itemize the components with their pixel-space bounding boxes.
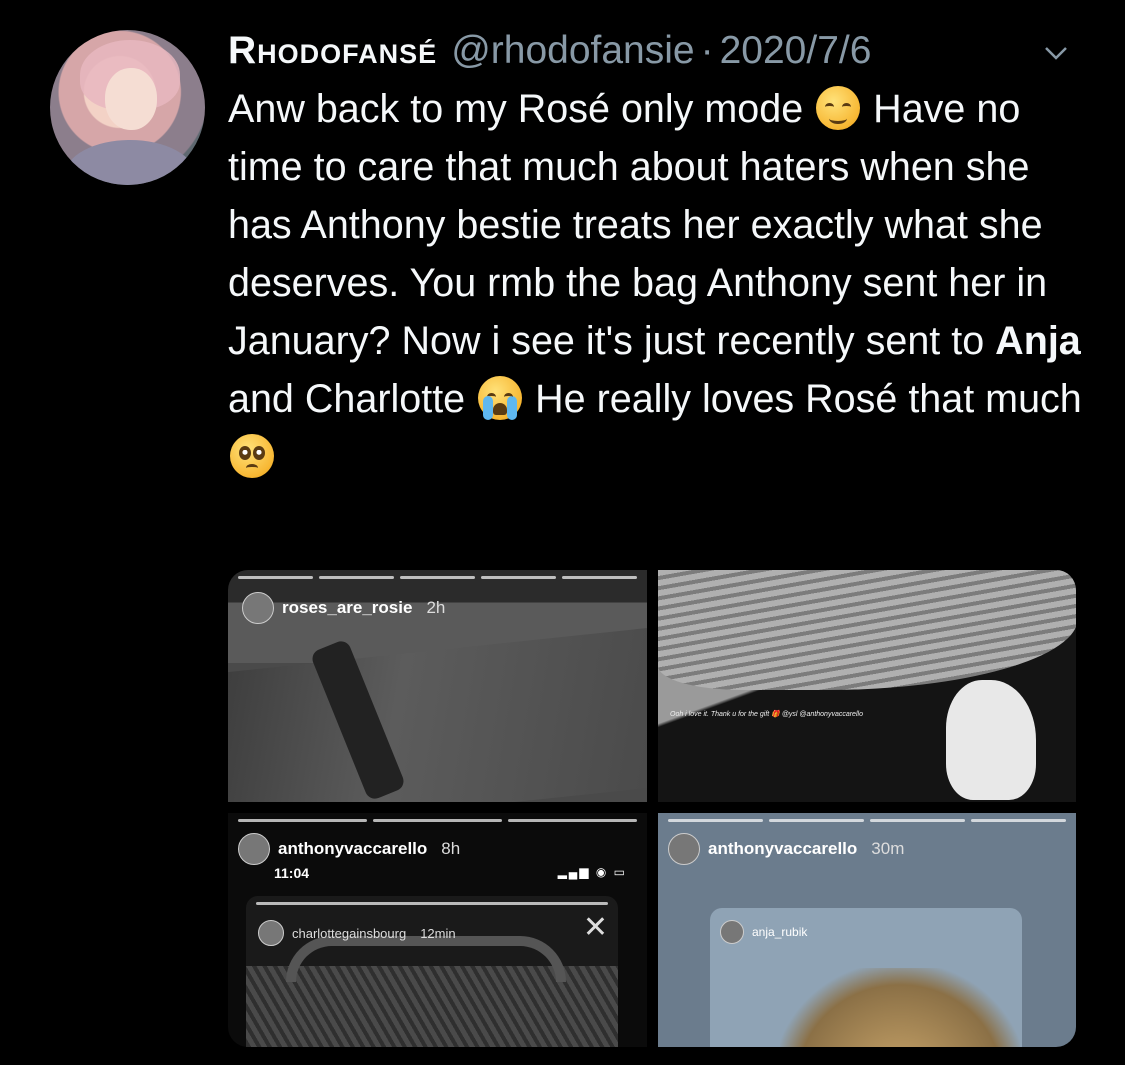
- loudly-crying-face-emoji-icon: [478, 376, 523, 420]
- story-avatar: [238, 833, 270, 865]
- user-handle[interactable]: @rhodofansie: [451, 29, 694, 73]
- separator-dot: ·: [700, 29, 714, 72]
- story-avatar: [242, 592, 274, 624]
- story-time: 12min: [420, 925, 456, 941]
- tweet-text-part: and Charlotte: [228, 377, 466, 421]
- media-image-4[interactable]: anthonyvaccarello 30m anja_rubik: [658, 813, 1076, 1047]
- story-progress-bar: [238, 819, 637, 822]
- tweet-header: Rhodofansé @rhodofansie · 2020/7/6: [228, 26, 1068, 76]
- tweet-text-part: He really loves Rosé that much: [524, 377, 1082, 421]
- media-image-3[interactable]: anthonyvaccarello 8h 11:04 ▂▄▆ ◉ ▭ charl…: [228, 813, 647, 1047]
- avatar-face: [105, 68, 157, 130]
- nested-story: anja_rubik: [710, 908, 1022, 1047]
- story-username: anthonyvaccarello: [708, 839, 858, 858]
- tweet-text-part: Anw back to my Rosé only mode: [228, 87, 804, 131]
- hand-photo: [946, 680, 1036, 800]
- pleading-face-emoji-icon: [230, 434, 274, 478]
- chevron-down-icon[interactable]: [1041, 38, 1071, 68]
- hair-photo: [780, 968, 1020, 1047]
- media-image-2[interactable]: Ooh i love it. Thank u for the gift 🎁 @y…: [658, 570, 1076, 802]
- bag-photo: [228, 626, 647, 802]
- avatar-shirt: [65, 140, 195, 185]
- story-avatar: [720, 920, 744, 944]
- media-image-1[interactable]: roses_are_rosie 2h: [228, 570, 647, 802]
- nested-story: charlottegainsbourg 12min ✕: [246, 896, 618, 1047]
- straw-texture: [658, 570, 1076, 690]
- tweet-text: Anw back to my Rosé only mode Have no ti…: [228, 80, 1088, 486]
- story-user: charlottegainsbourg 12min: [258, 920, 456, 946]
- story-time: 8h: [441, 839, 461, 858]
- story-user: anthonyvaccarello 30m: [668, 833, 904, 865]
- status-time: 11:04: [274, 865, 310, 881]
- signal-wifi-battery-icon: ▂▄▆ ◉ ▭: [557, 865, 627, 879]
- story-caption: Ooh i love it. Thank u for the gift 🎁 @y…: [670, 711, 863, 718]
- story-progress-bar: [668, 819, 1066, 822]
- display-name[interactable]: Rhodofansé: [228, 29, 437, 73]
- story-time: 30m: [871, 839, 905, 858]
- story-avatar: [668, 833, 700, 865]
- story-user: anthonyvaccarello 8h: [238, 833, 460, 865]
- story-progress-bar: [238, 576, 637, 579]
- story-time: 2h: [426, 598, 446, 617]
- story-username: anja_rubik: [752, 925, 808, 939]
- close-icon: ✕: [582, 911, 608, 944]
- story-progress-bar: [256, 902, 608, 905]
- story-user: roses_are_rosie 2h: [242, 592, 445, 624]
- profile-avatar[interactable]: [50, 30, 205, 185]
- story-username: charlottegainsbourg: [292, 925, 407, 941]
- phone-status-bar: 11:04 ▂▄▆ ◉ ▭: [274, 865, 627, 881]
- story-user: anja_rubik: [720, 920, 807, 944]
- relieved-face-emoji-icon: [816, 86, 861, 130]
- story-avatar: [258, 920, 284, 946]
- media-grid: roses_are_rosie 2h Ooh i love it. Thank …: [228, 570, 1076, 1047]
- story-username: anthonyvaccarello: [278, 839, 428, 858]
- story-username: roses_are_rosie: [282, 598, 413, 617]
- tweet-text-bold: Anja: [995, 319, 1081, 363]
- tweet-date[interactable]: 2020/7/6: [720, 29, 872, 73]
